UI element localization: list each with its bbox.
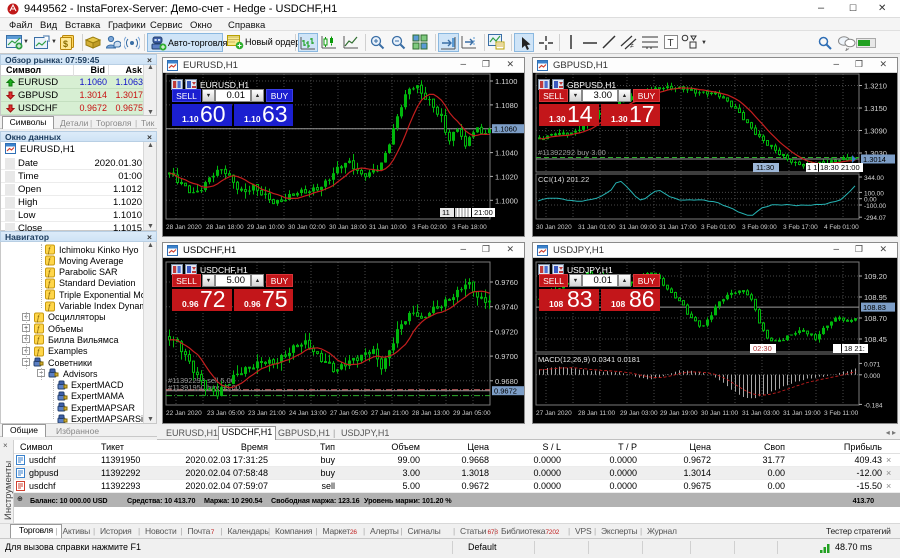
svg-text:108.95: 108.95 (864, 293, 887, 302)
svg-text:02:30: 02:30 (753, 344, 772, 353)
svg-text:≠: ≠ (630, 43, 634, 50)
svg-text:31 Jan 10:00: 31 Jan 10:00 (369, 224, 407, 231)
svg-text:23 Jan 21:00: 23 Jan 21:00 (248, 410, 286, 417)
svg-text:27 Jan 21:00: 27 Jan 21:00 (371, 410, 409, 417)
svg-text:109.20: 109.20 (864, 272, 887, 281)
svg-text:27 Jan 2020: 27 Jan 2020 (536, 410, 572, 417)
svg-text:4 Feb 01:00: 4 Feb 01:00 (824, 224, 859, 231)
svg-text:#11392292 buy 3.00: #11392292 buy 3.00 (538, 148, 606, 157)
svg-text:1.1060: 1.1060 (494, 125, 517, 134)
svg-text:30 Jan 02:00: 30 Jan 02:00 (288, 224, 326, 231)
svg-text:30 Jan 11:00: 30 Jan 11:00 (701, 410, 738, 417)
svg-text:1.1100: 1.1100 (495, 77, 517, 86)
svg-text:108.70: 108.70 (864, 314, 887, 323)
svg-text:3 Feb 17:00: 3 Feb 17:00 (783, 224, 818, 231)
svg-text:1.3014: 1.3014 (863, 155, 886, 164)
svg-text:28 Jan 13:00: 28 Jan 13:00 (412, 410, 450, 417)
svg-text:1.1040: 1.1040 (495, 149, 518, 158)
svg-text:11:30: 11:30 (756, 163, 774, 172)
svg-text:28 Jan 2020: 28 Jan 2020 (166, 224, 202, 231)
svg-text:30 Jan 2020: 30 Jan 2020 (536, 224, 572, 231)
svg-text:28 Jan 11:00: 28 Jan 11:00 (578, 410, 615, 417)
svg-text:1.1020: 1.1020 (495, 172, 518, 181)
svg-text:22 Jan 2020: 22 Jan 2020 (166, 410, 202, 417)
svg-text:24 Jan 13:00: 24 Jan 13:00 (289, 410, 327, 417)
svg-text:3 Feb 02:00: 3 Feb 02:00 (412, 224, 447, 231)
svg-text:0.9740: 0.9740 (495, 303, 518, 312)
svg-text:3 Feb 11:00: 3 Feb 11:00 (824, 410, 859, 417)
svg-text:23 Jan 05:00: 23 Jan 05:00 (207, 410, 245, 417)
svg-text:28 Jan 18:00: 28 Jan 18:00 (206, 224, 244, 231)
svg-text:29 Jan 03:00: 29 Jan 03:00 (620, 410, 658, 417)
svg-text:31 Jan 09:00: 31 Jan 09:00 (619, 224, 657, 231)
svg-text:-294.07: -294.07 (864, 215, 886, 222)
svg-text:0.9720: 0.9720 (495, 327, 518, 336)
svg-text:1 1: 1 1 (807, 163, 817, 172)
svg-text:344.00: 344.00 (864, 175, 884, 182)
svg-text:0.000: 0.000 (864, 373, 881, 380)
svg-text:0.9700: 0.9700 (495, 352, 518, 361)
svg-text:21:00: 21:00 (474, 208, 493, 217)
svg-text:31 Jan 01:00: 31 Jan 01:00 (578, 224, 616, 231)
svg-text:29 Jan 10:00: 29 Jan 10:00 (247, 224, 285, 231)
svg-text:1.1080: 1.1080 (495, 101, 518, 110)
svg-text:T: T (668, 38, 674, 49)
svg-text:1.1000: 1.1000 (495, 196, 518, 205)
svg-text:1.3090: 1.3090 (864, 127, 887, 136)
svg-text:11: 11 (442, 208, 450, 217)
svg-text:-0.184: -0.184 (864, 402, 883, 409)
svg-text:$: $ (63, 39, 68, 49)
svg-text:29 Jan 05:00: 29 Jan 05:00 (453, 410, 491, 417)
svg-text:31 Jan 03:00: 31 Jan 03:00 (742, 410, 780, 417)
svg-text:3 Feb 18:00: 3 Feb 18:00 (452, 224, 487, 231)
svg-text:CCI(14) 201.22: CCI(14) 201.22 (538, 175, 589, 184)
svg-text:0.071: 0.071 (864, 361, 881, 368)
svg-text:30 Jan 18:00: 30 Jan 18:00 (329, 224, 367, 231)
svg-text:0.9760: 0.9760 (495, 278, 518, 287)
svg-text:1.3210: 1.3210 (864, 82, 887, 91)
svg-text:3 Feb 09:00: 3 Feb 09:00 (742, 224, 777, 231)
svg-text:18:30 21:00: 18:30 21:00 (820, 163, 860, 172)
svg-text:29 Jan 19:00: 29 Jan 19:00 (660, 410, 698, 417)
svg-text:1.3150: 1.3150 (864, 104, 887, 113)
svg-text:0.9680: 0.9680 (495, 377, 518, 386)
svg-text:18 21:: 18 21: (844, 344, 865, 353)
svg-text:108.83: 108.83 (863, 303, 886, 312)
svg-text:-100.00: -100.00 (864, 203, 886, 210)
svg-text:3 Feb 01:00: 3 Feb 01:00 (701, 224, 736, 231)
svg-text:31 Jan 17:00: 31 Jan 17:00 (659, 224, 697, 231)
svg-text:27 Jan 05:00: 27 Jan 05:00 (330, 410, 368, 417)
svg-text:MACD(12,26,9) 0.0341 0.0181: MACD(12,26,9) 0.0341 0.0181 (538, 355, 640, 364)
svg-text:0.9672: 0.9672 (494, 387, 517, 396)
svg-text:31 Jan 19:00: 31 Jan 19:00 (783, 410, 821, 417)
svg-text:108.45: 108.45 (864, 335, 887, 344)
